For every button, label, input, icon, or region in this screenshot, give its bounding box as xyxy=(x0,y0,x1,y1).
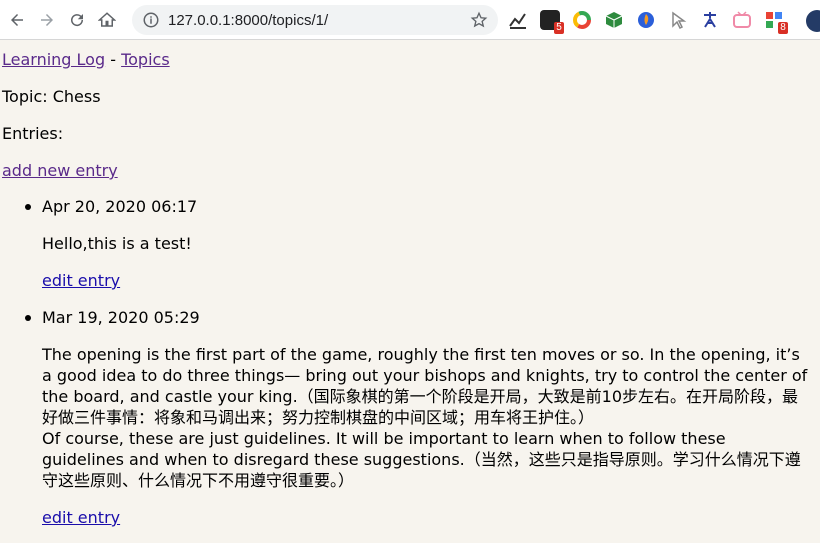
address-bar[interactable]: 127.0.0.1:8000/topics/1/ xyxy=(132,5,498,35)
blue-circle-extension-icon[interactable] xyxy=(636,10,656,30)
home-link[interactable]: Learning Log xyxy=(2,50,105,69)
arrow-right-icon xyxy=(41,13,53,26)
browser-toolbar: 127.0.0.1:8000/topics/1/ 5 8 xyxy=(0,0,820,40)
add-new-entry-link[interactable]: add new entry xyxy=(2,160,118,181)
translate-extension-icon[interactable] xyxy=(700,10,720,30)
topics-link[interactable]: Topics xyxy=(121,50,170,69)
list-item: Mar 19, 2020 05:29 The opening is the fi… xyxy=(0,307,820,528)
entry-text: The opening is the first part of the gam… xyxy=(42,345,808,490)
forward-button[interactable] xyxy=(32,5,62,35)
entries-label: Entries: xyxy=(2,124,64,143)
reload-icon xyxy=(71,13,84,26)
entry-date: Mar 19, 2020 05:29 xyxy=(42,308,200,327)
profile-avatar[interactable] xyxy=(806,10,820,32)
arrow-left-icon xyxy=(11,13,23,26)
site-nav: Learning Log - Topics xyxy=(2,49,170,70)
info-icon[interactable] xyxy=(142,11,160,29)
edit-entry-link[interactable]: edit entry xyxy=(42,507,120,528)
bar-chart-extension-icon[interactable] xyxy=(508,10,528,30)
extensions-bar: 5 8 xyxy=(508,10,796,34)
url-text[interactable]: 127.0.0.1:8000/topics/1/ xyxy=(168,12,470,29)
entry-list: Apr 20, 2020 06:17 Hello,this is a test!… xyxy=(0,196,820,528)
black-square-extension-icon[interactable]: 5 xyxy=(540,10,564,34)
extension-badge: 8 xyxy=(778,22,788,34)
grid-extension-icon[interactable]: 8 xyxy=(764,10,788,34)
list-item: Apr 20, 2020 06:17 Hello,this is a test!… xyxy=(0,196,820,291)
pink-tv-extension-icon[interactable] xyxy=(732,10,752,30)
cursor-extension-icon[interactable] xyxy=(668,10,688,30)
bullet-icon xyxy=(25,315,31,321)
bullet-icon xyxy=(25,204,31,210)
green-cube-extension-icon[interactable] xyxy=(604,10,624,30)
entry-text: Hello,this is a test! xyxy=(42,234,192,253)
entry-date: Apr 20, 2020 06:17 xyxy=(42,197,198,216)
back-button[interactable] xyxy=(2,5,32,35)
page-title: Topic: Chess xyxy=(2,87,101,106)
extension-badge: 5 xyxy=(554,22,564,34)
color-ring-extension-icon[interactable] xyxy=(572,10,592,30)
bookmark-star-icon[interactable] xyxy=(470,11,488,29)
nav-separator: - xyxy=(105,50,122,69)
home-icon xyxy=(98,11,116,27)
edit-entry-link[interactable]: edit entry xyxy=(42,270,120,291)
home-button[interactable] xyxy=(92,5,122,35)
reload-button[interactable] xyxy=(62,5,92,35)
